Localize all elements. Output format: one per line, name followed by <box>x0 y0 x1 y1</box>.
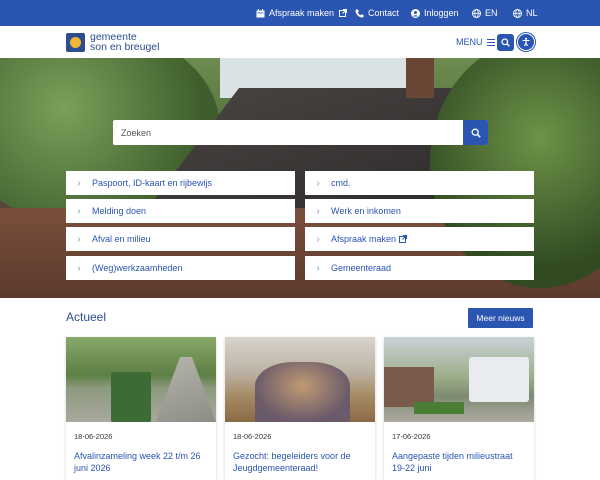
menu-button[interactable]: MENU <box>456 37 495 47</box>
news-card[interactable]: 18-06-2026 Afvalinzameling week 22 t/m 2… <box>66 337 216 480</box>
news-title: Afvalinzameling week 22 t/m 26 juni 2026 <box>74 451 201 473</box>
accessibility-icon <box>522 37 530 47</box>
top-utility-bar: Afspraak maken Contact Inloggen EN NL <box>0 0 600 26</box>
search-submit-button[interactable] <box>463 120 488 145</box>
news-date: 18-06-2026 <box>74 432 113 441</box>
inloggen-link[interactable]: Inloggen <box>410 0 459 26</box>
chevron-right-icon: › <box>77 205 81 217</box>
quicklink-label: Werk en inkomen <box>331 206 401 216</box>
search-bar <box>113 120 488 145</box>
quicklink-label: Gemeenteraad <box>331 263 392 273</box>
external-link-icon <box>399 235 408 243</box>
quicklink-label: (Weg)werkzaamheden <box>92 263 183 273</box>
external-link-icon <box>338 8 348 18</box>
quicklink-label: Melding doen <box>92 206 147 216</box>
hamburger-icon <box>486 38 495 46</box>
quicklink-werk-inkomen[interactable]: › Werk en inkomen <box>305 199 534 223</box>
news-section-title: Actueel <box>66 310 107 324</box>
phone-icon <box>354 8 364 18</box>
chevron-right-icon: › <box>316 233 320 245</box>
quicklink-gemeenteraad[interactable]: › Gemeenteraad <box>305 256 534 280</box>
logo-text: gemeente son en breugel <box>90 32 160 53</box>
news-image-group-photo <box>225 337 375 422</box>
gemeente-logo[interactable]: gemeente son en breugel <box>66 32 159 52</box>
language-nl-link[interactable]: NL <box>512 0 538 26</box>
news-title: Gezocht: begeleiders voor de Jeugdgemeen… <box>233 451 351 473</box>
quicklink-label-wrap: Afspraak maken <box>331 234 408 244</box>
quicklink-cmd[interactable]: › cmd. <box>305 171 534 195</box>
header-search-button[interactable] <box>497 34 514 51</box>
more-news-button[interactable]: Meer nieuws <box>468 308 533 328</box>
quicklink-label: Afval en milieu <box>92 234 151 244</box>
afspraak-maken-label: Afspraak maken <box>269 8 335 18</box>
quicklink-label: cmd. <box>331 178 351 188</box>
news-card[interactable]: 18-06-2026 Gezocht: begeleiders voor de … <box>225 337 375 480</box>
quicklink-paspoort[interactable]: › Paspoort, ID-kaart en rijbewijs <box>66 171 295 195</box>
logo-line-2: son en breugel <box>90 41 160 53</box>
inloggen-label: Inloggen <box>424 8 459 18</box>
chevron-right-icon: › <box>316 205 320 217</box>
quicklink-werkzaamheden[interactable]: › (Weg)werkzaamheden <box>66 256 295 280</box>
news-title: Aangepaste tijden milieustraat 19-22 jun… <box>392 451 513 473</box>
chevron-right-icon: › <box>77 177 81 189</box>
chevron-right-icon: › <box>316 262 320 274</box>
quicklink-melding[interactable]: › Melding doen <box>66 199 295 223</box>
language-en-label: EN <box>485 8 498 18</box>
search-icon <box>471 128 481 138</box>
contact-label: Contact <box>368 8 400 18</box>
quicklink-afspraak[interactable]: › Afspraak maken <box>305 227 534 251</box>
chevron-right-icon: › <box>77 262 81 274</box>
calendar-icon <box>255 8 265 18</box>
accessibility-button[interactable] <box>517 33 535 51</box>
news-card[interactable]: 17-06-2026 Aangepaste tijden milieustraa… <box>384 337 534 480</box>
globe-icon <box>512 8 522 18</box>
news-image-garbage-truck <box>384 337 534 422</box>
afspraak-maken-link[interactable]: Afspraak maken <box>255 0 348 26</box>
globe-icon <box>471 8 481 18</box>
contact-link[interactable]: Contact <box>354 0 399 26</box>
language-nl-label: NL <box>526 8 538 18</box>
search-icon <box>501 38 510 47</box>
quicklink-afval[interactable]: › Afval en milieu <box>66 227 295 251</box>
menu-label: MENU <box>456 37 483 47</box>
language-en-link[interactable]: EN <box>471 0 498 26</box>
chevron-right-icon: › <box>77 233 81 245</box>
search-input[interactable] <box>113 120 458 145</box>
news-date: 18-06-2026 <box>233 432 272 441</box>
news-date: 17-06-2026 <box>392 432 431 441</box>
sun-logo-icon <box>66 32 85 52</box>
chevron-right-icon: › <box>316 177 320 189</box>
quicklink-label: Paspoort, ID-kaart en rijbewijs <box>92 178 213 188</box>
news-image-waste-bins <box>66 337 216 422</box>
quicklink-label: Afspraak maken <box>331 234 397 244</box>
user-circle-icon <box>410 8 420 18</box>
